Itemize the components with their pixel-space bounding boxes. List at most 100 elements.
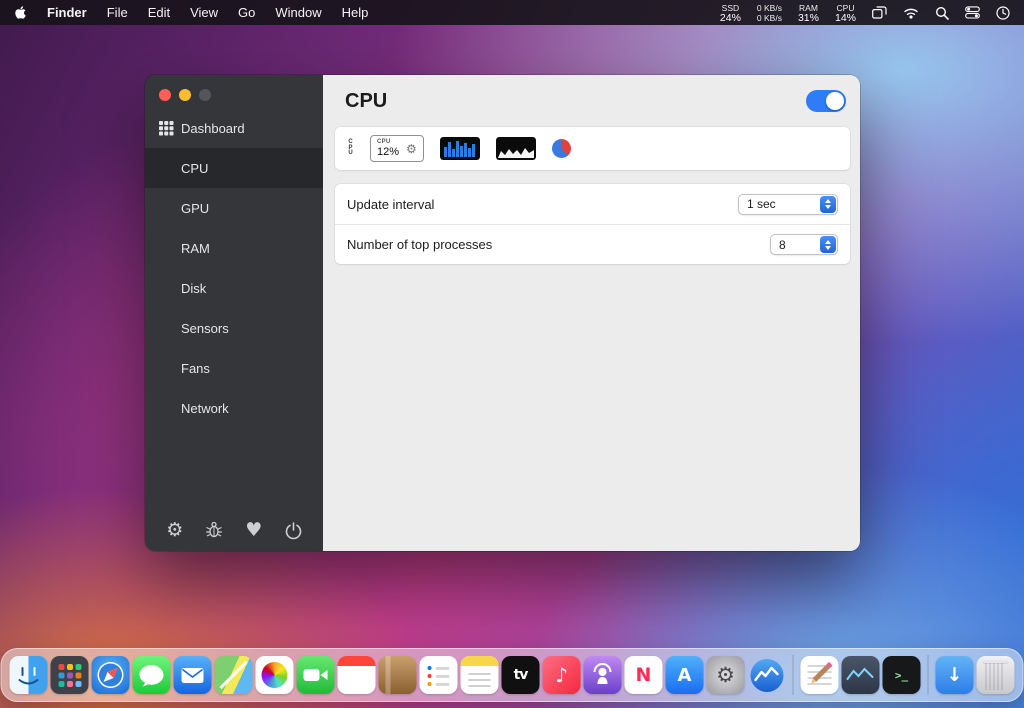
dock-trash-icon[interactable]	[977, 656, 1015, 694]
settings-content: CPU CPU CPU 12% ⚙	[323, 75, 860, 551]
wifi-icon[interactable]	[903, 7, 919, 19]
dock-safari-icon[interactable]	[92, 656, 130, 694]
dock	[1, 648, 1024, 702]
top-processes-row: Number of top processes 8	[335, 224, 850, 264]
dashboard-grid-icon	[159, 121, 173, 135]
dock-music-icon[interactable]	[543, 656, 581, 694]
dock-messages-icon[interactable]	[133, 656, 171, 694]
ram-label: RAM	[799, 3, 818, 13]
cpu-value: 14%	[835, 13, 856, 23]
dock-stats-icon[interactable]	[748, 656, 786, 694]
ssd-label: SSD	[722, 3, 739, 13]
bar-chart-widget-option[interactable]	[440, 137, 480, 160]
dock-activity-monitor-icon[interactable]	[842, 656, 880, 694]
control-center-icon[interactable]	[965, 6, 980, 19]
line-chart-widget-option[interactable]	[496, 137, 536, 160]
page-title: CPU	[345, 90, 387, 113]
sidebar-item-label: Sensors	[181, 321, 229, 336]
dock-mail-icon[interactable]	[174, 656, 212, 694]
traffic-lights	[145, 75, 323, 101]
sidebar-item-label: GPU	[181, 201, 209, 216]
sidebar-item-cpu[interactable]: CPU	[145, 148, 323, 188]
update-interval-value: 1 sec	[739, 197, 818, 211]
menu-bar-left: Finder File Edit View Go Window Help	[14, 0, 368, 25]
widget-settings-gear-icon[interactable]: ⚙	[406, 143, 417, 155]
content-header: CPU	[323, 75, 860, 117]
dock-podcasts-icon[interactable]	[584, 656, 622, 694]
percent-widget-option-selected[interactable]: CPU 12% ⚙	[370, 135, 424, 162]
sidebar-footer: ⚙ ♥	[145, 518, 323, 542]
dock-finder-icon[interactable]	[10, 656, 48, 694]
sidebar-item-sensors[interactable]: Sensors	[145, 308, 323, 348]
settings-gear-icon[interactable]: ⚙	[163, 518, 187, 542]
dock-reminders-icon[interactable]	[420, 656, 458, 694]
sidebar-item-fans[interactable]: Fans	[145, 348, 323, 388]
sidebar-item-disk[interactable]: Disk	[145, 268, 323, 308]
ram-status-widget[interactable]: RAM 31%	[798, 3, 819, 23]
dock-notes-icon[interactable]	[461, 656, 499, 694]
sidebar-item-gpu[interactable]: GPU	[145, 188, 323, 228]
widget-selector-card: CPU CPU 12% ⚙	[335, 127, 850, 170]
close-button[interactable]	[159, 89, 171, 101]
sidebar: Dashboard CPU GPU RAM Disk Sensors	[145, 75, 323, 551]
stepper-icon	[820, 196, 836, 213]
ssd-value: 24%	[720, 13, 741, 23]
dock-terminal-icon[interactable]	[883, 656, 921, 694]
sidebar-item-label: Fans	[181, 361, 210, 376]
stepper-icon	[820, 236, 836, 253]
sidebar-item-ram[interactable]: RAM	[145, 228, 323, 268]
network-speed-widget[interactable]: 0 KB/s 0 KB/s	[757, 3, 782, 23]
apple-menu[interactable]	[14, 5, 27, 20]
cpu-status-widget[interactable]: CPU 14%	[835, 3, 856, 23]
app-menu-title[interactable]: Finder	[47, 0, 87, 25]
update-interval-row: Update interval 1 sec	[335, 184, 850, 224]
top-processes-select[interactable]: 8	[770, 234, 838, 255]
dock-maps-icon[interactable]	[215, 656, 253, 694]
menu-view[interactable]: View	[190, 0, 218, 25]
search-icon[interactable]	[935, 6, 949, 20]
menu-help[interactable]: Help	[342, 0, 369, 25]
label-widget-option[interactable]: CPU	[347, 140, 354, 157]
sidebar-nav: Dashboard CPU GPU RAM Disk Sensors	[145, 108, 323, 428]
dock-launchpad-icon[interactable]	[51, 656, 89, 694]
menu-go[interactable]: Go	[238, 0, 255, 25]
dock-contacts-icon[interactable]	[379, 656, 417, 694]
dock-divider	[928, 655, 929, 695]
sidebar-item-dashboard[interactable]: Dashboard	[145, 108, 323, 148]
pie-chart-widget-option[interactable]	[552, 139, 571, 158]
dock-tv-icon[interactable]	[502, 656, 540, 694]
update-interval-select[interactable]: 1 sec	[738, 194, 838, 215]
menu-file[interactable]: File	[107, 0, 128, 25]
stats-settings-window: Dashboard CPU GPU RAM Disk Sensors	[145, 75, 860, 551]
menu-edit[interactable]: Edit	[148, 0, 170, 25]
cpu-module-toggle[interactable]	[806, 90, 846, 112]
clock-icon[interactable]	[996, 6, 1010, 20]
cpu-label: CPU	[837, 3, 855, 13]
ssd-status-widget[interactable]: SSD 24%	[720, 3, 741, 23]
dock-app-store-icon[interactable]	[666, 656, 704, 694]
dock-downloads-icon[interactable]	[936, 656, 974, 694]
menu-window[interactable]: Window	[275, 0, 321, 25]
dock-textedit-icon[interactable]	[801, 656, 839, 694]
settings-card: Update interval 1 sec Number of top proc…	[335, 184, 850, 264]
top-processes-value: 8	[771, 238, 818, 252]
toggle-knob	[826, 92, 844, 110]
dock-photos-icon[interactable]	[256, 656, 294, 694]
top-processes-label: Number of top processes	[347, 237, 492, 252]
dock-system-preferences-icon[interactable]	[707, 656, 745, 694]
dock-news-icon[interactable]	[625, 656, 663, 694]
sidebar-item-label: Dashboard	[181, 121, 245, 136]
dock-calendar-icon[interactable]	[338, 656, 376, 694]
sidebar-item-label: RAM	[181, 241, 210, 256]
widget-cpu-label: CPU	[377, 139, 399, 145]
sidebar-item-label: Network	[181, 401, 229, 416]
donate-heart-icon[interactable]: ♥	[242, 518, 266, 542]
stacked-windows-icon[interactable]	[872, 6, 887, 19]
bug-report-icon[interactable]	[202, 518, 226, 542]
dock-facetime-icon[interactable]	[297, 656, 335, 694]
widget-cpu-value: 12%	[377, 147, 399, 158]
ram-value: 31%	[798, 13, 819, 23]
sidebar-item-network[interactable]: Network	[145, 388, 323, 428]
minimize-button[interactable]	[179, 89, 191, 101]
power-quit-icon[interactable]	[281, 518, 305, 542]
